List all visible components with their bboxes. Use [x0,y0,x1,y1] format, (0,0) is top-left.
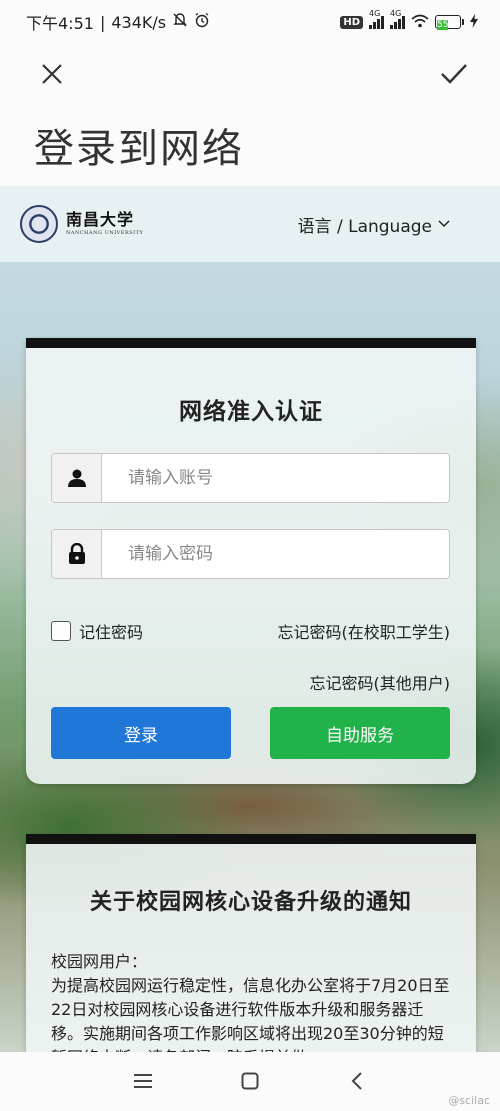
dialog-top-bar [0,44,500,104]
network-speed: 434K/s [111,12,167,32]
close-button[interactable] [34,56,70,92]
notice-card: 关于校园网核心设备升级的通知 校园网用户： 为提高校园网运行稳定性，信息化办公室… [26,834,476,1052]
wifi-icon [411,14,429,31]
language-label: 语言 / Language [297,216,432,237]
system-navigation-bar: @scilac [0,1052,500,1111]
confirm-button[interactable] [436,56,472,92]
forgot-password-other-link[interactable]: 忘记密码(其他用户) [310,670,451,694]
password-input[interactable] [102,530,449,578]
university-logo: 南昌大学 NANCHANG UNIVERSITY [20,205,143,243]
remember-password-checkbox[interactable]: 记住密码 [51,619,143,643]
login-title: 网络准入认证 [179,399,323,425]
back-icon [351,1072,362,1090]
forgot-password-staff-link[interactable]: 忘记密码(在校职工学生) [278,619,451,643]
notice-greeting: 校园网用户： [51,952,148,971]
check-icon [441,64,467,84]
remember-password-label: 记住密码 [79,623,144,642]
alarm-icon [194,12,210,32]
status-separator: | [99,12,106,32]
mute-icon [172,12,188,32]
charging-icon [470,13,478,31]
status-bar: 下午4:51 | 434K/s HD 4G 4G 55 [0,0,500,44]
captive-portal-webview: 南昌大学 NANCHANG UNIVERSITY 语言 / Language 网… [0,186,500,1052]
checkbox-box[interactable] [51,621,71,641]
university-seal-icon [20,205,58,243]
home-square-icon [241,1072,259,1090]
status-time: 下午4:51 [26,14,94,33]
account-input[interactable] [102,454,449,502]
password-field [51,529,450,579]
close-icon [42,64,62,84]
user-icon [52,454,102,502]
login-card: 网络准入认证 记住密码 忘记密码(在校职工学生) 忘记密码(其他用户) 登录 自… [26,338,476,784]
language-selector[interactable]: 语言 / Language [298,212,450,237]
battery-icon: 55 [435,15,464,30]
self-service-button[interactable]: 自助服务 [270,707,450,759]
lock-icon [52,530,102,578]
chevron-down-icon [438,220,450,228]
signal-icon-2: 4G [390,9,405,29]
dialog-title: 登录到网络 [34,126,244,172]
logo-english-name: NANCHANG UNIVERSITY [66,230,144,236]
menu-nav-button[interactable] [128,1066,158,1096]
home-nav-button[interactable] [235,1066,265,1096]
signal-icon-1: 4G [369,9,384,29]
logo-chinese-name: 南昌大学 [66,210,135,229]
account-field [51,453,450,503]
login-button[interactable]: 登录 [51,707,231,759]
notice-body: 校园网用户： 为提高校园网运行稳定性，信息化办公室将于7月20日至22日对校园网… [51,950,451,1052]
back-nav-button[interactable] [342,1066,372,1096]
notice-text: 为提高校园网运行稳定性，信息化办公室将于7月20日至22日对校园网核心设备进行软… [51,976,450,1052]
hd-badge: HD [340,15,363,29]
notice-title: 关于校园网核心设备升级的通知 [89,890,412,915]
watermark: @scilac [448,1094,490,1107]
site-header: 南昌大学 NANCHANG UNIVERSITY 语言 / Language [0,186,500,262]
menu-icon [134,1074,152,1088]
